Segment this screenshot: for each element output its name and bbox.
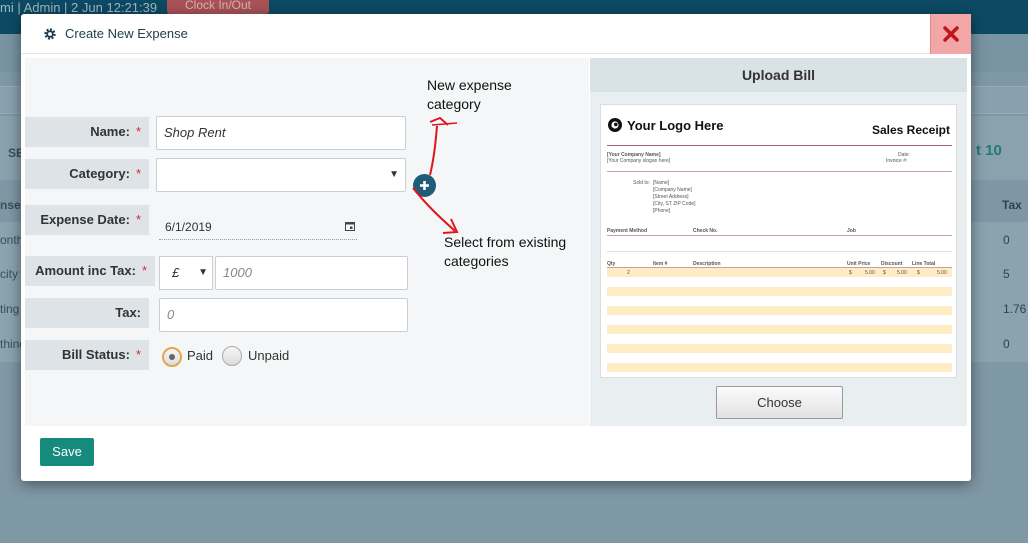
receipt-sold-line: [Street Address]	[653, 194, 689, 200]
annotation-arrows	[412, 116, 459, 234]
clock-in-out-button[interactable]: Clock In/Out	[167, 0, 269, 14]
receipt-divider	[607, 235, 952, 236]
currency-select[interactable]: £ ▼	[159, 256, 213, 290]
bg-fragment: onth	[0, 233, 24, 247]
category-select[interactable]: ▼	[156, 158, 406, 192]
receipt-row	[607, 344, 952, 353]
receipt-row	[607, 325, 952, 334]
receipt-cell: $	[917, 270, 920, 276]
bg-tax-value: 1.76	[1003, 302, 1027, 316]
receipt-cell: 5.00	[897, 270, 907, 276]
bg-fragment: ting	[0, 302, 20, 316]
expense-date-value: 6/1/2019	[165, 220, 212, 234]
receipt-divider	[607, 171, 952, 172]
modal-title: Create New Expense	[43, 26, 188, 41]
bg-stat-value: t 10	[976, 142, 1002, 159]
bg-tax-value: 0	[1003, 233, 1010, 247]
paid-radio-label[interactable]: Paid	[187, 348, 213, 363]
unpaid-radio-label[interactable]: Unpaid	[248, 348, 289, 363]
receipt-header: Payment Method	[607, 228, 648, 234]
name-input[interactable]: Shop Rent	[156, 116, 406, 150]
upload-bill-panel: Upload Bill Your Logo Here Sales Receipt…	[590, 58, 967, 426]
expense-date-input[interactable]: 6/1/2019	[159, 216, 357, 240]
gear-icon	[44, 27, 56, 40]
chevron-down-icon: ▼	[198, 267, 208, 278]
create-expense-modal: Create New Expense Name: * Shop Rent Cate…	[21, 14, 971, 481]
receipt-title: Sales Receipt	[871, 123, 950, 137]
receipt-row	[607, 306, 952, 315]
calendar-icon[interactable]	[345, 221, 355, 231]
receipt-divider	[607, 145, 952, 146]
bill-preview-image: Your Logo Here Sales Receipt [Your Compa…	[600, 104, 957, 378]
receipt-cell: $	[883, 270, 886, 276]
receipt-cell: 2	[627, 270, 630, 276]
annotation-new-category: New expense category	[427, 77, 512, 112]
close-x-icon	[943, 26, 959, 42]
expense-date-label: Expense Date: *	[25, 205, 149, 235]
tax-label: Tax:	[25, 298, 149, 328]
receipt-sold-line: [Name]	[653, 180, 670, 186]
category-label: Category: *	[25, 159, 149, 189]
receipt-header: Check No.	[693, 228, 718, 234]
receipt-divider	[607, 251, 952, 252]
close-button[interactable]	[930, 14, 971, 54]
receipt-sold-line: [City, ST ZIP Code]	[653, 201, 696, 207]
amount-label: Amount inc Tax: *	[25, 256, 155, 286]
bg-tax-value: 0	[1003, 337, 1010, 351]
receipt-header: Job	[847, 228, 856, 234]
receipt-cell: 5.00	[937, 270, 947, 276]
receipt-logo: Your Logo Here	[607, 117, 724, 133]
receipt-cell: $	[849, 270, 852, 276]
tax-input[interactable]: 0	[159, 298, 408, 332]
bill-status-label: Bill Status: *	[25, 340, 149, 370]
logo-icon	[608, 118, 622, 132]
bg-fragment: nse	[0, 198, 21, 212]
save-button[interactable]: Save	[40, 438, 94, 466]
name-label: Name: *	[25, 117, 149, 147]
modal-header: Create New Expense	[21, 14, 971, 54]
upload-bill-title: Upload Bill	[590, 58, 967, 92]
modal-title-text: Create New Expense	[65, 26, 188, 41]
receipt-row	[607, 363, 952, 372]
bg-fragment: city	[0, 267, 18, 281]
choose-file-button[interactable]: Choose	[716, 386, 843, 419]
expense-form: Name: * Shop Rent Category: * ▼ Expense Da…	[25, 58, 589, 426]
unpaid-radio[interactable]	[222, 346, 242, 366]
receipt-sold-line: [Phone]	[653, 208, 671, 214]
bg-tax-value: 5	[1003, 267, 1010, 281]
bg-tax-header: Tax	[1002, 198, 1022, 212]
receipt-slogan: [Your Company slogan here]	[607, 158, 671, 164]
receipt-sold-line: [Company Name]	[653, 187, 692, 193]
paid-radio[interactable]	[162, 347, 182, 367]
receipt-sold-to: Sold to:	[633, 180, 650, 186]
receipt-invoice-label: Invoice #:	[886, 158, 908, 164]
amount-input[interactable]: 1000	[215, 256, 408, 290]
receipt-row	[607, 287, 952, 296]
receipt-cell: 5.00	[865, 270, 875, 276]
